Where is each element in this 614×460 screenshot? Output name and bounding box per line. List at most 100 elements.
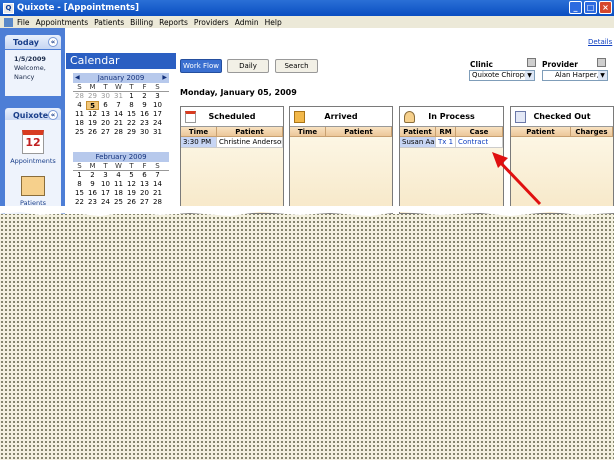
day-cell[interactable]: 2 xyxy=(138,92,151,101)
day-cell[interactable]: 31 xyxy=(151,128,164,137)
day-cell[interactable]: 20 xyxy=(138,189,151,198)
day-cell[interactable]: 23 xyxy=(138,119,151,128)
day-cell[interactable]: 30 xyxy=(138,128,151,137)
menu-admin[interactable]: Admin xyxy=(235,18,259,27)
column-header-charges[interactable]: Charges xyxy=(571,127,613,136)
column-header-rm[interactable]: RM xyxy=(436,127,456,136)
day-cell[interactable]: 17 xyxy=(151,110,164,119)
day-cell[interactable]: 27 xyxy=(99,128,112,137)
day-cell[interactable]: 18 xyxy=(112,189,125,198)
day-cell[interactable]: 10 xyxy=(99,180,112,189)
nav-item-appointments[interactable]: 12 Appointments xyxy=(5,130,61,165)
maximize-button[interactable]: □ xyxy=(584,1,597,14)
cell-patient[interactable]: Christine Anderson xyxy=(217,137,283,147)
menu-appointments[interactable]: Appointments xyxy=(36,18,89,27)
day-cell[interactable]: 26 xyxy=(86,128,99,137)
minimize-button[interactable]: _ xyxy=(569,1,582,14)
day-cell[interactable]: 25 xyxy=(73,128,86,137)
day-cell[interactable]: 12 xyxy=(125,180,138,189)
day-cell[interactable]: 6 xyxy=(99,101,112,110)
table-row[interactable]: 3:30 PM Christine Anderson xyxy=(181,137,283,148)
today-panel-header[interactable]: Today « xyxy=(5,35,61,49)
column-header-case[interactable]: Case xyxy=(456,127,503,136)
day-cell[interactable]: 7 xyxy=(151,171,164,180)
menu-billing[interactable]: Billing xyxy=(130,18,153,27)
day-cell[interactable]: 28 xyxy=(112,128,125,137)
day-cell[interactable]: 15 xyxy=(73,189,86,198)
clinic-select[interactable]: Quixote Chiroprac ▼ xyxy=(469,70,535,81)
cell-time[interactable]: 3:30 PM xyxy=(181,137,217,147)
day-cell[interactable]: 16 xyxy=(86,189,99,198)
day-cell[interactable]: 9 xyxy=(138,101,151,110)
day-cell[interactable]: 19 xyxy=(86,119,99,128)
day-cell[interactable]: 17 xyxy=(99,189,112,198)
day-cell[interactable]: 29 xyxy=(86,92,99,101)
day-cell[interactable]: 9 xyxy=(86,180,99,189)
day-cell[interactable]: 2 xyxy=(86,171,99,180)
day-cell[interactable]: 8 xyxy=(125,101,138,110)
close-button[interactable]: × xyxy=(599,1,612,14)
chevron-down-icon[interactable]: ▼ xyxy=(598,71,607,80)
menu-providers[interactable]: Providers xyxy=(194,18,229,27)
day-cell[interactable]: 3 xyxy=(99,171,112,180)
menu-patients[interactable]: Patients xyxy=(94,18,124,27)
app-icon[interactable]: Q xyxy=(3,2,14,14)
cell-room[interactable]: Tx 1 xyxy=(436,137,456,147)
column-header-patient[interactable]: Patient xyxy=(326,127,392,136)
day-cell[interactable]: 5 xyxy=(125,171,138,180)
column-header-time[interactable]: Time xyxy=(290,127,326,136)
day-cell[interactable]: 16 xyxy=(138,110,151,119)
today-day-cell[interactable]: 5 xyxy=(86,101,99,110)
day-cell[interactable]: 4 xyxy=(112,171,125,180)
cell-case[interactable]: Contract xyxy=(456,137,503,147)
day-cell[interactable]: 31 xyxy=(112,92,125,101)
day-cell[interactable]: 24 xyxy=(151,119,164,128)
cell-patient[interactable]: Susan Aar xyxy=(400,137,436,147)
day-cell[interactable]: 18 xyxy=(73,119,86,128)
daily-button[interactable]: Daily xyxy=(227,59,269,73)
column-header-patient[interactable]: Patient xyxy=(400,127,436,136)
day-cell[interactable]: 13 xyxy=(138,180,151,189)
printer-icon[interactable] xyxy=(597,58,606,67)
collapse-chevron-icon[interactable]: « xyxy=(48,37,58,47)
details-link[interactable]: Details xyxy=(588,38,612,46)
nav-item-patients[interactable]: Patients xyxy=(5,176,61,207)
day-cell[interactable]: 14 xyxy=(112,110,125,119)
work-flow-button[interactable]: Work Flow xyxy=(180,59,222,73)
day-cell[interactable]: 28 xyxy=(73,92,86,101)
printer-icon[interactable] xyxy=(527,58,536,67)
day-cell[interactable]: 21 xyxy=(151,189,164,198)
day-cell[interactable]: 11 xyxy=(73,110,86,119)
day-cell[interactable]: 21 xyxy=(112,119,125,128)
day-cell[interactable]: 6 xyxy=(138,171,151,180)
day-cell[interactable]: 20 xyxy=(99,119,112,128)
collapse-chevron-icon[interactable]: « xyxy=(48,110,58,120)
column-header-time[interactable]: Time xyxy=(181,127,217,136)
menu-help[interactable]: Help xyxy=(265,18,282,27)
day-cell[interactable]: 13 xyxy=(99,110,112,119)
day-cell[interactable]: 11 xyxy=(112,180,125,189)
day-cell[interactable]: 29 xyxy=(125,128,138,137)
day-cell[interactable]: 10 xyxy=(151,101,164,110)
day-cell[interactable]: 7 xyxy=(112,101,125,110)
next-month-icon[interactable]: ▶ xyxy=(162,73,167,83)
day-cell[interactable]: 15 xyxy=(125,110,138,119)
day-cell[interactable]: 1 xyxy=(73,171,86,180)
column-header-patient[interactable]: Patient xyxy=(217,127,283,136)
day-cell[interactable]: 1 xyxy=(125,92,138,101)
column-header-patient[interactable]: Patient xyxy=(511,127,571,136)
prev-month-icon[interactable]: ◀ xyxy=(75,73,80,83)
day-cell[interactable]: 14 xyxy=(151,180,164,189)
document-icon[interactable] xyxy=(4,17,13,27)
menu-file[interactable]: File xyxy=(17,18,30,27)
provider-select[interactable]: Alan Harper, ▼ xyxy=(542,70,608,81)
search-button[interactable]: Search xyxy=(275,59,318,73)
day-cell[interactable]: 22 xyxy=(125,119,138,128)
menu-reports[interactable]: Reports xyxy=(159,18,188,27)
day-cell[interactable]: 3 xyxy=(151,92,164,101)
table-row[interactable]: Susan Aar Tx 1 Contract xyxy=(400,137,503,148)
day-cell[interactable]: 12 xyxy=(86,110,99,119)
day-cell[interactable]: 19 xyxy=(125,189,138,198)
day-cell[interactable]: 4 xyxy=(73,101,86,110)
day-cell[interactable]: 8 xyxy=(73,180,86,189)
